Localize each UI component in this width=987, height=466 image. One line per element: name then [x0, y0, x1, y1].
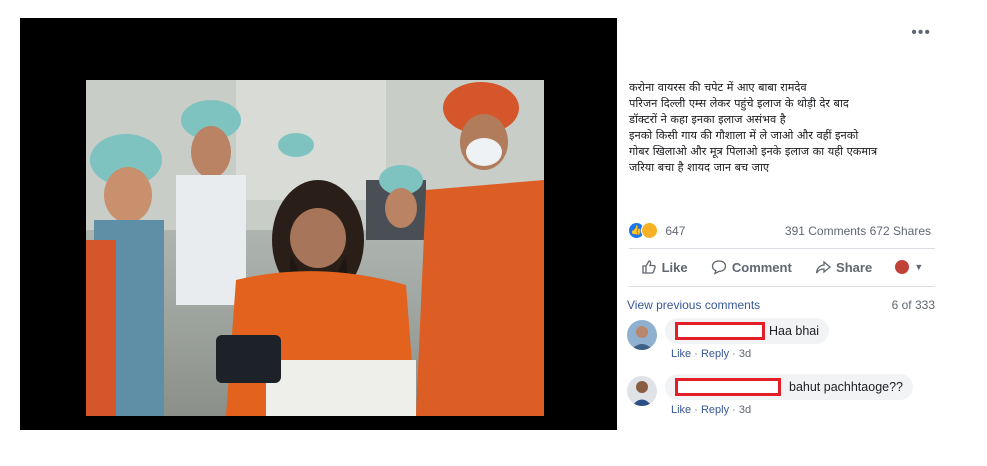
shares-count-link[interactable]: 672 Shares: [870, 224, 931, 238]
comment-reply-link[interactable]: Reply: [701, 348, 729, 360]
reactions-summary[interactable]: 👍 647: [629, 222, 685, 239]
comment-reply-link[interactable]: Reply: [701, 404, 729, 416]
comment-meta: Like · Reply · 3d: [671, 348, 752, 360]
comment-meta: Like · Reply · 3d: [671, 404, 752, 416]
comment-time[interactable]: 3d: [739, 404, 751, 416]
post-photo[interactable]: [86, 80, 544, 416]
caption-line: करोना वायरस की चपेट में आए बाबा रामदेव: [629, 81, 807, 94]
redacted-name-box: [675, 378, 781, 396]
share-button[interactable]: Share: [815, 259, 872, 275]
comment-text: bahut pachhtaoge??: [789, 380, 903, 394]
commenter-avatar[interactable]: [627, 320, 657, 350]
commenter-avatar[interactable]: [627, 376, 657, 406]
post-caption: करोना वायरस की चपेट में आए बाबा रामदेव प…: [629, 80, 934, 176]
dropdown-caret-icon: ▼: [914, 262, 924, 272]
divider: [629, 248, 935, 249]
profile-mini-icon: [895, 260, 910, 274]
like-button[interactable]: Like: [641, 259, 688, 275]
comment-label: Comment: [731, 259, 792, 275]
caption-line: गोबर खिलाओ और मूत्र पिलाओ इनके इलाज का य…: [629, 145, 878, 158]
more-horizontal-icon[interactable]: •••: [911, 24, 931, 41]
divider: [629, 286, 935, 287]
haha-reaction-icon: [641, 222, 658, 239]
reaction-audience-selector[interactable]: ▼: [895, 260, 923, 274]
redacted-name-box: [675, 322, 765, 340]
view-previous-comments-link[interactable]: View previous comments: [627, 298, 760, 312]
caption-line: जरिया बचा है शायद जान बच जाए: [629, 161, 770, 174]
reaction-count[interactable]: 647: [665, 224, 685, 238]
post-sidebar: ••• करोना वायरस की चपेट में आए बाबा रामद…: [617, 18, 943, 430]
caption-line: डॉक्टरों ने कहा इनका इलाज असंभव है: [629, 113, 786, 126]
comment-time[interactable]: 3d: [739, 348, 751, 360]
avatar-photo: [627, 320, 657, 350]
comments-range: 6 of 333: [891, 298, 935, 312]
comment-text: Haa bhai: [769, 324, 820, 338]
caption-line: परिजन दिल्ली एम्स लेकर पहुंचे इलाज के थो…: [629, 97, 849, 110]
comments-count-link[interactable]: 391 Comments: [785, 224, 866, 238]
like-label: Like: [661, 259, 688, 275]
share-arrow-icon: [815, 260, 832, 274]
engagement-stats: 👍 647 391 Comments 672 Shares: [629, 220, 939, 242]
comment-bubble: bahut pachhtaoge??: [665, 374, 913, 400]
thumbs-up-icon: [641, 260, 656, 274]
caption-line: इनको किसी गाय की गौशाला में ले जाओ और वह…: [629, 129, 859, 142]
comment-button[interactable]: Comment: [711, 259, 792, 275]
comment-bubble-icon: [711, 260, 727, 275]
comment-bubble: Haa bhai: [665, 318, 830, 344]
post-action-bar: Like Comment Share ▼: [629, 254, 935, 280]
share-label: Share: [836, 259, 873, 275]
media-viewer[interactable]: [20, 18, 617, 430]
comments-shares-stats: 391 Comments 672 Shares: [785, 224, 931, 238]
avatar-photo: [627, 376, 657, 406]
comment-like-link[interactable]: Like: [671, 404, 691, 416]
more-options-button[interactable]: •••: [911, 24, 931, 42]
comment-like-link[interactable]: Like: [671, 348, 691, 360]
photo-illustration: [86, 80, 544, 416]
